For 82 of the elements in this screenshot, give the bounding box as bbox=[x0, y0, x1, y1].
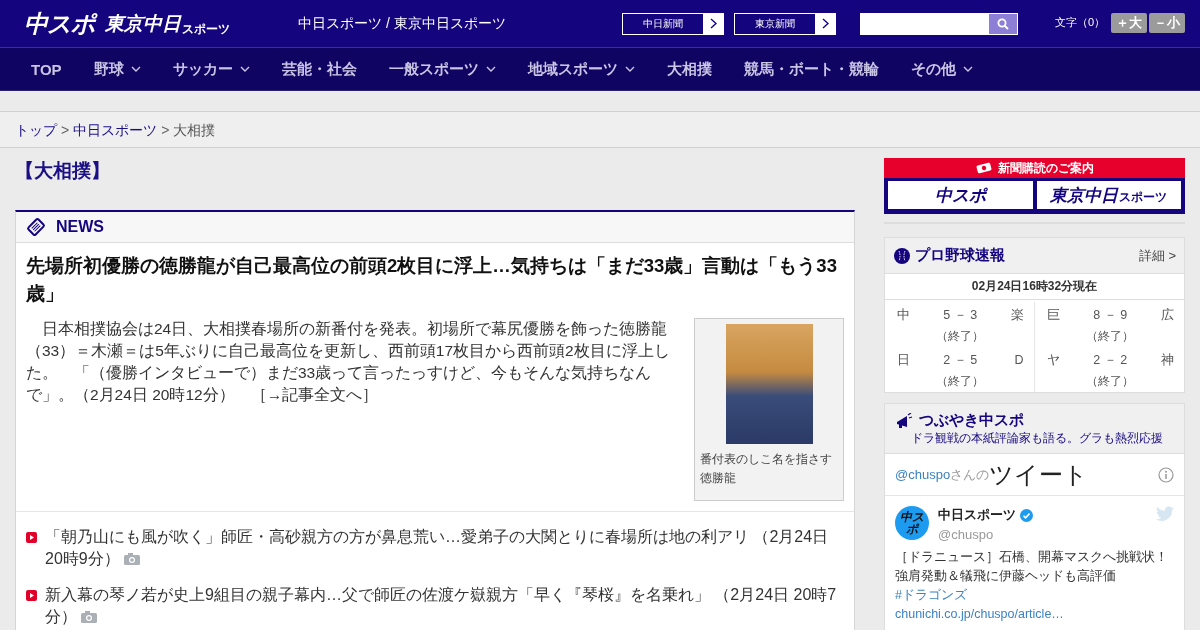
verified-badge-icon bbox=[1020, 508, 1033, 522]
newspaper-logo[interactable]: 中スポ bbox=[888, 181, 1033, 209]
twitter-handle-link[interactable]: @chuspo bbox=[895, 467, 951, 482]
avatar-logo[interactable]: 中スポ bbox=[895, 506, 929, 540]
team-name: D bbox=[1013, 352, 1024, 369]
tweets-heading: ツイート bbox=[989, 459, 1090, 490]
breadcrumb-link[interactable]: トップ bbox=[15, 122, 57, 138]
game-score: 5 － 3 bbox=[942, 307, 979, 324]
article-summary: 日本相撲協会は24日、大相撲春場所の新番付を発表。初場所で幕尻優勝を飾った徳勝龍（33）＝木瀬＝は5年ぶりに自己最高位を更新し、西前頭17枚目から西前頭2枚目に浮上した。 「（優勝インタビューで）まだ33歳って言ったっすけど、今もそんな気持ちなんで」。（2月24日 20時12分） ［→記事全文へ］ bbox=[26, 319, 671, 405]
newspaper-logo[interactable]: 東京中日スポーツ bbox=[1036, 181, 1181, 209]
team-name: 神 bbox=[1160, 352, 1174, 369]
breadcrumb-current: 大相撲 bbox=[173, 122, 216, 138]
font-size-label: 文字（0） bbox=[1055, 15, 1106, 30]
game-status: （終了） bbox=[1085, 373, 1136, 390]
chevron-down-icon bbox=[485, 66, 496, 72]
score-timestamp: 02月24日16時32分現在 bbox=[885, 274, 1184, 300]
nav-item[interactable]: サッカー bbox=[156, 59, 266, 79]
team-name: ヤ bbox=[1046, 352, 1061, 369]
play-bullet-icon bbox=[26, 532, 37, 543]
game-score: 8 － 9 bbox=[1092, 307, 1129, 324]
article-link[interactable]: chunichi.co.jp/chuspo/article… bbox=[895, 607, 1064, 621]
newspaper-link[interactable]: 中日新聞 bbox=[622, 12, 724, 35]
chevron-right-icon bbox=[709, 18, 717, 29]
subscribe-banner[interactable]: 新聞購読のご案内 中スポ 東京中日スポーツ bbox=[884, 158, 1185, 214]
read-more-link[interactable]: ［→記事全文へ］ bbox=[250, 386, 379, 403]
breadcrumb-separator: > bbox=[161, 122, 170, 138]
nav-item[interactable]: 競馬・ボート・競輪 bbox=[727, 59, 895, 79]
baseball-icon bbox=[894, 247, 910, 264]
chevron-down-icon bbox=[962, 66, 973, 72]
game-status: （終了） bbox=[935, 373, 986, 390]
newspaper-link[interactable]: 東京新聞 bbox=[734, 12, 836, 35]
game-score: 2 － 5 bbox=[942, 352, 979, 369]
details-link[interactable]: 詳細 > bbox=[1138, 246, 1176, 265]
nav-item[interactable]: 地域スポーツ bbox=[511, 59, 651, 79]
news-list-item[interactable]: 「朝乃山にも風が吹く」師匠・高砂親方の方が鼻息荒い…愛弟子の大関とりに春場所は地の利アリ （2月24日 20時9分） bbox=[45, 526, 844, 570]
search-field[interactable] bbox=[860, 12, 1018, 35]
news-heading: NEWS bbox=[56, 218, 104, 236]
info-icon[interactable] bbox=[1158, 466, 1174, 483]
team-name: 巨 bbox=[1046, 307, 1061, 324]
breadcrumb-separator: > bbox=[61, 122, 70, 138]
tweet-panel-title: つぶやき中スポ bbox=[919, 411, 1024, 430]
nav-item[interactable]: 野球 bbox=[77, 59, 157, 79]
hashtag-link[interactable]: #ドラゴンズ bbox=[895, 588, 967, 602]
scoreboard-title: プロ野球速報 bbox=[915, 246, 1006, 265]
chevron-down-icon bbox=[624, 66, 635, 72]
team-name: 広 bbox=[1160, 307, 1174, 324]
team-name: 日 bbox=[897, 352, 911, 369]
tweet-text: ［ドラニュース］石橋、開幕マスクへ挑戦状！強肩発動＆犠飛に伊藤ヘッドも高評価 #ドラゴンズ chunichi.co.jp/chuspo/article… bbox=[894, 549, 1169, 623]
breadcrumb-link[interactable]: 中日スポーツ bbox=[73, 122, 158, 138]
bird-icon bbox=[1156, 506, 1174, 521]
article-headline[interactable]: 先場所初優勝の徳勝龍が自己最高位の前頭2枚目に浮上…気持ちは「まだ33歳」言動は「もう33歳」 bbox=[16, 243, 854, 314]
tweet-panel-subtitle: ドラ観戦の本紙評論家も語る。グラも熱烈応援 bbox=[911, 430, 1164, 447]
game-status: （終了） bbox=[1085, 328, 1136, 345]
search-icon bbox=[997, 17, 1009, 30]
camera-icon bbox=[124, 553, 141, 565]
site-logo[interactable]: 東京中日 bbox=[105, 10, 181, 37]
megaphone-icon bbox=[895, 412, 913, 429]
game-status: （終了） bbox=[935, 328, 986, 345]
chevron-down-icon bbox=[130, 66, 141, 72]
tweet-author-name[interactable]: 中日スポーツ bbox=[938, 506, 1016, 524]
tweets-by-label: さんの bbox=[950, 465, 990, 482]
team-name: 中 bbox=[897, 307, 911, 324]
camera-icon bbox=[81, 611, 98, 623]
chevron-right-icon bbox=[821, 18, 829, 29]
site-logo-small-text: スポーツ bbox=[182, 21, 230, 38]
nav-item[interactable]: 芸能・社会 bbox=[265, 59, 373, 79]
team-name: 楽 bbox=[1009, 307, 1024, 324]
newspaper-icon bbox=[26, 217, 46, 237]
search-button[interactable] bbox=[989, 13, 1017, 34]
nav-item[interactable]: 一般スポーツ bbox=[372, 59, 512, 79]
page-title: 【大相撲】 bbox=[15, 159, 111, 183]
chevron-down-icon bbox=[239, 66, 250, 72]
play-bullet-icon bbox=[26, 590, 37, 601]
subscribe-title: 新聞購読のご案内 bbox=[998, 159, 1094, 177]
photo-caption: 番付表のしこ名を指さす徳勝龍 bbox=[700, 451, 833, 487]
site-tagline: 中日スポーツ / 東京中日スポーツ bbox=[298, 14, 507, 33]
ticket-icon bbox=[975, 161, 993, 175]
nav-item[interactable]: TOP bbox=[15, 60, 78, 78]
game-score: 2 － 2 bbox=[1092, 352, 1129, 369]
nav-item[interactable]: 大相撲 bbox=[650, 59, 728, 79]
nav-item[interactable]: その他 bbox=[894, 59, 989, 79]
news-list-item[interactable]: 新入幕の琴ノ若が史上9組目の親子幕内…父で師匠の佐渡ケ嶽親方「早く『琴桜』を名乗れ」 （2月24日 20時7分） bbox=[45, 584, 844, 628]
